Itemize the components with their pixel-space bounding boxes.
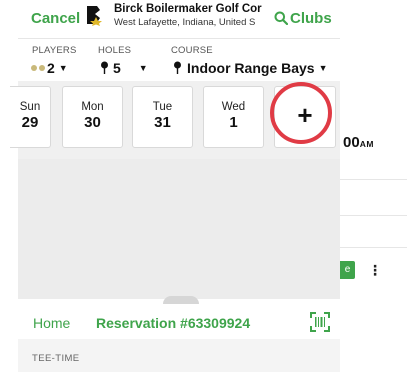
- highlight-circle: [270, 82, 332, 144]
- content-placeholder: [18, 159, 340, 299]
- day-name: Mon: [81, 101, 104, 113]
- holes-label: HOLES: [98, 45, 132, 56]
- divider: [340, 215, 407, 216]
- course-location[interactable]: West Lafayette, Indiana, United S: [114, 17, 269, 28]
- day-date: 31: [154, 114, 171, 131]
- players-value: 2: [47, 60, 55, 76]
- top-header: Cancel Birck Boilermaker Golf Cor West L…: [18, 0, 340, 38]
- players-select[interactable]: 2 ▼: [31, 60, 68, 76]
- day-name: Wed: [221, 101, 246, 113]
- course-name[interactable]: Birck Boilermaker Golf Cor: [114, 3, 269, 15]
- flag-pin-icon: [101, 61, 108, 74]
- section-label: TEE-TIME: [32, 353, 80, 364]
- course-select[interactable]: Indoor Range Bays ▼: [173, 60, 328, 76]
- players-label: PLAYERS: [32, 45, 77, 56]
- status-badge: e: [340, 261, 355, 279]
- clubs-button[interactable]: Clubs: [274, 10, 332, 27]
- tee-time-hour: 00: [343, 134, 360, 151]
- filters-bar: PLAYERS 2 ▼ HOLES 5 ▼ COURSE Indoor Range …: [18, 39, 340, 81]
- chevron-down-icon: ▼: [318, 63, 328, 73]
- cancel-button[interactable]: Cancel: [31, 10, 80, 27]
- date-card-tue[interactable]: Tue 31: [132, 86, 193, 148]
- course-value: Indoor Range Bays: [187, 60, 315, 76]
- barcode-scan-icon[interactable]: [310, 312, 330, 332]
- day-name: Tue: [152, 101, 173, 113]
- tee-time-value[interactable]: 00AM: [343, 134, 374, 151]
- players-icon: [31, 60, 47, 76]
- flag-pin-icon: [174, 61, 181, 74]
- home-link[interactable]: Home: [33, 315, 70, 331]
- day-date: 1: [229, 114, 238, 131]
- clubs-label: Clubs: [290, 10, 332, 27]
- tee-time-ampm: AM: [359, 139, 374, 149]
- date-card-sun[interactable]: Sun 29: [10, 86, 51, 148]
- tee-time-section: TEE-TIME: [18, 339, 340, 372]
- divider: [340, 179, 407, 180]
- day-name: Sun: [19, 101, 41, 113]
- date-card-wed[interactable]: Wed 1: [203, 86, 264, 148]
- date-card-mon[interactable]: Mon 30: [62, 86, 123, 148]
- course-logo-icon: [87, 6, 102, 26]
- reservation-header: Home Reservation #63309924: [18, 305, 340, 339]
- course-label: COURSE: [171, 45, 213, 56]
- more-options-icon[interactable]: ⋮: [368, 261, 382, 279]
- search-icon: [274, 11, 289, 26]
- day-date: 29: [21, 114, 39, 131]
- day-date: 30: [84, 114, 101, 131]
- sheet-handle[interactable]: [163, 296, 199, 304]
- reservation-title: Reservation #63309924: [96, 315, 251, 331]
- holes-select[interactable]: 5 ▼: [100, 60, 148, 76]
- chevron-down-icon: ▼: [58, 63, 68, 73]
- divider: [340, 247, 407, 248]
- holes-value: 5: [113, 60, 121, 76]
- chevron-down-icon: ▼: [138, 63, 148, 73]
